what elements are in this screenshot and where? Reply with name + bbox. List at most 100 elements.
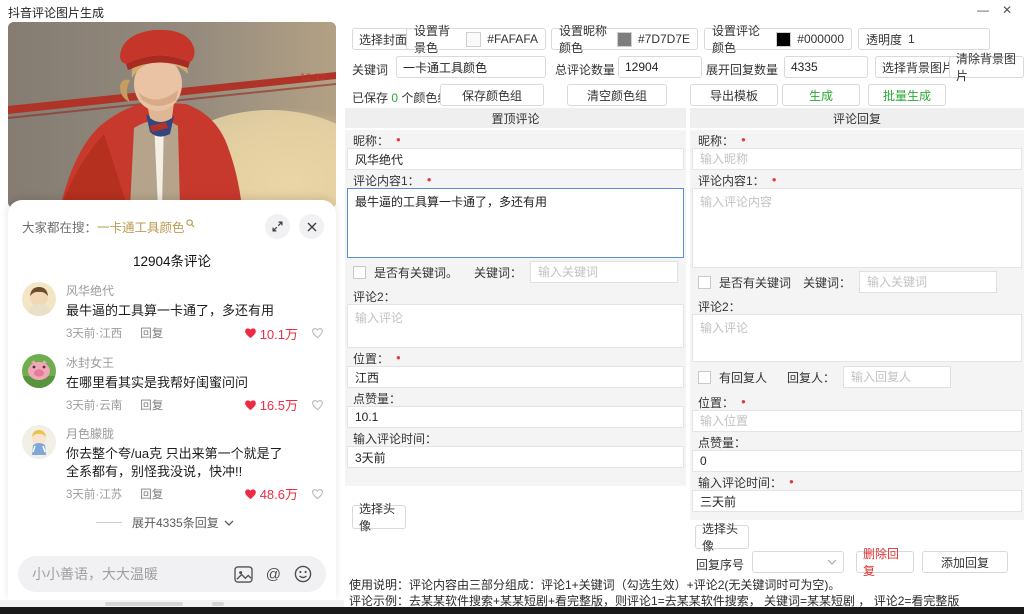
save-color-group-button[interactable]: 保存颜色组 — [440, 84, 544, 106]
pinned-has-keyword-checkbox[interactable] — [353, 265, 366, 279]
reply-location-label: 位置： — [698, 395, 735, 410]
reply-keyword-input[interactable] — [859, 271, 998, 293]
expand-replies-row[interactable]: 展开4335条回复 — [96, 514, 324, 531]
comment-author[interactable]: 风华绝代 — [66, 282, 324, 299]
heart-outline-button[interactable] — [311, 488, 324, 500]
pinned-time-input[interactable] — [347, 446, 684, 468]
reply-has-keyword-checkbox[interactable] — [698, 275, 711, 289]
comment-count: 12904条评论 — [132, 254, 212, 269]
reply-nickname-label: 昵称： — [698, 133, 735, 148]
nickname-hex: #7D7D7E — [637, 32, 690, 46]
like-count[interactable]: 10.1万 — [244, 324, 298, 343]
svg-text:12 12: 12 12 — [300, 73, 326, 83]
set-nickname-color-button[interactable]: 设置昵称颜色 #7D7D7E — [551, 24, 698, 55]
comment-text: 你去整个夸/ua克 只出来第一个就是了全系都有，别怪我没说，快冲!! — [66, 446, 283, 479]
select-cover-button[interactable]: 选择封面 — [352, 28, 415, 50]
opacity-field[interactable]: 透明度 1 — [858, 28, 990, 50]
reply-content1-textarea[interactable] — [692, 188, 1022, 268]
reply-nickname-input[interactable] — [692, 148, 1022, 170]
search-keyword[interactable]: 一卡通工具颜色 — [97, 217, 185, 236]
expand-replies-count-label: 展开回复数量 — [706, 63, 779, 77]
comment-item: 月色朦胧 你去整个夸/ua克 只出来第一个就是了全系都有，别怪我没说，快冲!! … — [22, 425, 324, 503]
reply-time-input[interactable] — [692, 490, 1022, 512]
like-count[interactable]: 48.6万 — [244, 484, 298, 503]
pinned-comment-panel: 昵称： ● 评论内容1： ● 最牛逼的工具算一卡通了，多还有用 是否有关键词。 关键… — [345, 130, 686, 486]
pinned-content1-textarea[interactable]: 最牛逼的工具算一卡通了，多还有用 — [347, 188, 684, 258]
reply-replyee-input[interactable] — [843, 366, 952, 388]
comment-meta: 3天前·江西 — [66, 328, 123, 341]
delete-reply-button[interactable]: 删除回复 — [856, 547, 914, 578]
required-dot: ● — [396, 135, 401, 144]
pinned-location-input[interactable] — [347, 366, 684, 388]
generate-button[interactable]: 生成 — [782, 84, 860, 106]
batch-generate-button[interactable]: 批量生成 — [868, 84, 946, 106]
comment-composer[interactable]: 小小善语，大大温暖 @ — [18, 556, 326, 592]
pinned-likes-input[interactable] — [347, 406, 684, 428]
reply-has-keyword-label: 是否有关键词 — [719, 275, 792, 290]
reply-likes-input[interactable] — [692, 450, 1022, 472]
opacity-value[interactable]: 1 — [908, 32, 915, 46]
comment-item: 风华绝代 最牛逼的工具算一卡通了，多还有用 3天前·江西 回复 10.1万 — [22, 282, 324, 343]
comment-color-swatch[interactable] — [776, 31, 792, 47]
pinned-nickname-label: 昵称： — [353, 133, 390, 148]
reply-index-label: 回复序号 — [696, 558, 745, 572]
set-nickname-label: 设置昵称颜色 — [559, 24, 608, 55]
comment-preview-card: 大家都在搜： 一卡通工具颜色 12904条评论 风华绝代 最牛逼的工具算一卡通了… — [8, 200, 336, 600]
reply-content1-label: 评论内容1： — [698, 173, 765, 188]
pinned-nickname-input[interactable] — [347, 148, 684, 170]
clear-background-image-button[interactable]: 清除背景图片 — [949, 52, 1024, 83]
mention-icon[interactable]: @ — [266, 566, 281, 583]
reply-link[interactable]: 回复 — [140, 397, 163, 413]
set-background-color-button[interactable]: 设置背景色 #FAFAFA — [406, 24, 546, 55]
usage-note-line2: 评论示例：去某某软件搜索+某某短剧+看完整版，则评论1=去某某软件搜索， 关键词… — [349, 594, 960, 608]
usage-note-line1: 使用说明：评论内容由三部分组成：评论1+关键词（勾选生效）+评论2(无关键词时可… — [349, 578, 841, 592]
pinned-location-label: 位置： — [353, 351, 390, 366]
avatar[interactable] — [22, 282, 56, 316]
reply-link[interactable]: 回复 — [140, 325, 163, 341]
reply-index-select[interactable] — [752, 551, 844, 573]
total-comments-input[interactable] — [618, 56, 702, 78]
clear-color-group-button[interactable]: 清空颜色组 — [567, 84, 667, 106]
search-bar[interactable]: 大家都在搜： 一卡通工具颜色 — [8, 200, 336, 239]
image-icon[interactable] — [234, 565, 253, 583]
pinned-comment2-label: 评论2： — [353, 289, 396, 304]
expand-icon — [272, 221, 283, 232]
close-button[interactable]: ✕ — [998, 2, 1016, 18]
reply-comment2-textarea[interactable] — [692, 314, 1022, 362]
pinned-keyword-input[interactable] — [530, 261, 679, 283]
keyword-label: 关键词 — [352, 63, 389, 77]
close-preview-button[interactable] — [299, 214, 324, 239]
comment-author[interactable]: 冰封女王 — [66, 354, 324, 371]
heart-outline-button[interactable] — [311, 399, 324, 411]
expand-replies-count-input[interactable] — [784, 56, 868, 78]
close-icon — [307, 222, 316, 231]
avatar[interactable] — [22, 353, 56, 388]
keyword-input[interactable] — [396, 56, 546, 78]
comment-reply-panel: 昵称：● 评论内容1：● 是否有关键词 关键词： 评论2： 有回复人 回复人： … — [690, 130, 1024, 520]
reply-has-replyee-label: 有回复人 — [719, 370, 768, 385]
like-count[interactable]: 16.5万 — [244, 395, 298, 414]
comment-author[interactable]: 月色朦胧 — [66, 425, 324, 442]
composer-placeholder: 小小善语，大大温暖 — [32, 566, 158, 582]
emoji-icon[interactable] — [294, 565, 312, 583]
reply-link[interactable]: 回复 — [140, 486, 163, 502]
pinned-comment2-textarea[interactable] — [347, 304, 684, 348]
set-comment-color-button[interactable]: 设置评论颜色 #000000 — [704, 24, 852, 55]
saved-count: 0 — [391, 91, 399, 105]
expand-panel-button[interactable] — [265, 214, 290, 239]
reply-location-input[interactable] — [692, 410, 1022, 432]
export-template-button[interactable]: 导出模板 — [690, 84, 778, 106]
required-dot: ● — [396, 353, 401, 362]
avatar[interactable] — [22, 425, 56, 460]
reply-has-replyee-checkbox[interactable] — [698, 370, 711, 384]
pinned-has-keyword-label: 是否有关键词。 — [374, 265, 459, 280]
background-color-swatch[interactable] — [466, 31, 482, 47]
add-reply-button[interactable]: 添加回复 — [922, 551, 1008, 573]
minimize-button[interactable]: — — [974, 2, 992, 18]
heart-outline-button[interactable] — [311, 327, 324, 339]
pinned-select-avatar-button[interactable]: 选择头像 — [352, 502, 406, 533]
reply-comment2-label: 评论2： — [698, 299, 741, 314]
expand-replies-label[interactable]: 展开4335条回复 — [132, 514, 219, 531]
reply-select-avatar-button[interactable]: 选择头像 — [695, 522, 749, 553]
nickname-color-swatch[interactable] — [616, 31, 632, 47]
